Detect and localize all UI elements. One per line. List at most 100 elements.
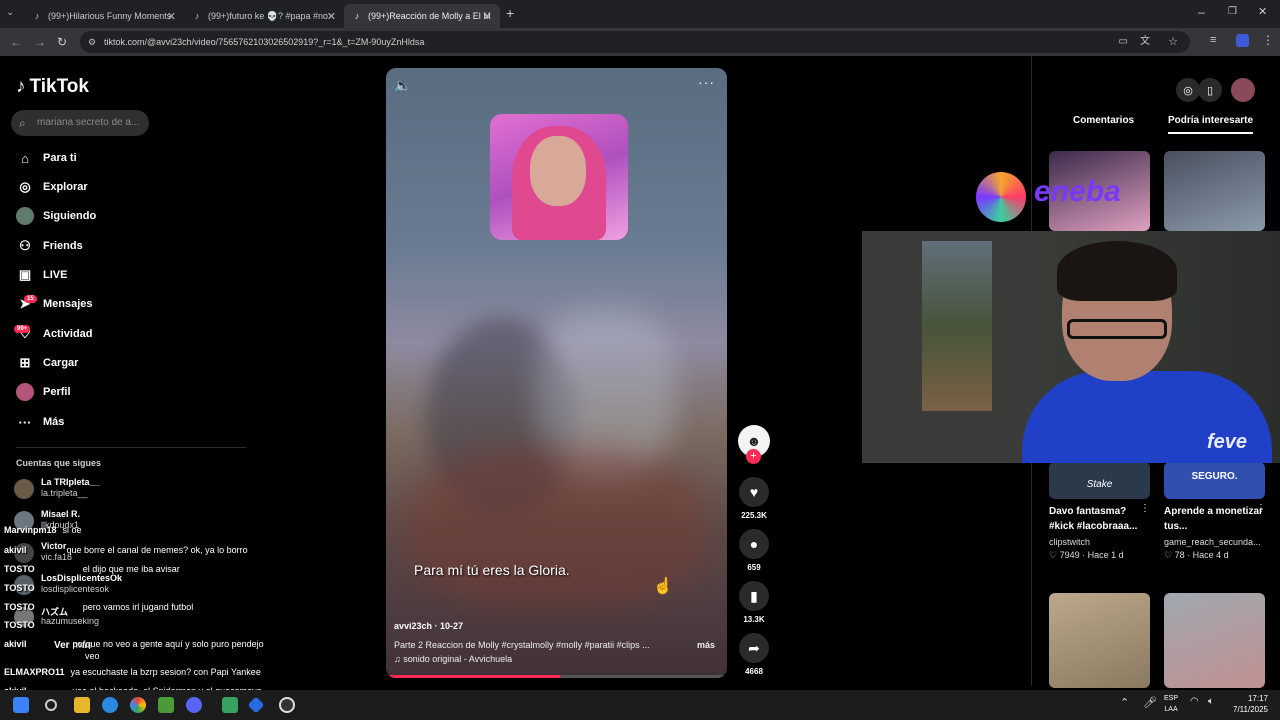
video-progress-bar[interactable]	[386, 675, 727, 678]
streamer-cam-thumbnail	[490, 114, 628, 240]
translate-icon[interactable]: 文	[1140, 31, 1150, 53]
like-button[interactable]: ♥ 225.3K	[738, 477, 770, 520]
extension-icon[interactable]	[1236, 34, 1249, 47]
chrome-icon[interactable]	[130, 697, 146, 713]
save-count: 13.3K	[743, 615, 765, 624]
avatar	[14, 479, 34, 499]
account-name: La TRIpleta__	[41, 477, 100, 487]
nav-perfil[interactable]: Perfil	[16, 382, 71, 402]
edge-icon[interactable]	[102, 697, 118, 713]
forward-icon[interactable]: →	[34, 35, 46, 49]
streamer-webcam: feve	[862, 231, 1280, 463]
card-title[interactable]: Aprende a monetizar tus...	[1164, 504, 1269, 534]
chat-text: pero vamos irl jugand futbol	[82, 602, 194, 612]
video-author[interactable]: avvi23ch · 10-27	[394, 621, 463, 631]
browser-tab-3[interactable]: ♪ (99+)Reacción de Molly a El M ✕	[344, 4, 500, 28]
browser-tab-2[interactable]: ♪ (99+)futuro ke 💀? #papa #no ✕	[184, 4, 344, 28]
card-menu-icon[interactable]: ⋮	[1256, 503, 1266, 514]
nav-label: Siguiendo	[43, 210, 97, 222]
discord-icon[interactable]	[186, 697, 202, 713]
chat-text: el dijo que me iba avisar	[82, 564, 180, 574]
chat-message: TOSTO	[4, 583, 41, 593]
tab-title: (99+)Reacción de Molly a El M	[368, 11, 491, 21]
minimize-icon[interactable]: –	[1198, 5, 1205, 19]
card-user[interactable]: game_reach_secunda...	[1164, 537, 1261, 547]
browser-menu-icon[interactable]: ⋮	[1262, 33, 1274, 47]
tray-arrow-icon[interactable]: ⌃	[1120, 696, 1129, 709]
card-stat: ♡ 7949 · Hace 1 d	[1049, 550, 1124, 560]
nav-cargar[interactable]: ⊞ Cargar	[16, 353, 79, 373]
suggested-video-thumbnail[interactable]	[1164, 151, 1265, 231]
minecraft-icon[interactable]	[158, 697, 174, 713]
site-info-icon[interactable]: ⚙	[88, 31, 96, 53]
save-button[interactable]: ▮ 13.3K	[738, 581, 770, 624]
video-player[interactable]: 🔈 ··· Para mí tú eres la Gloria. avvi23c…	[386, 68, 727, 678]
suggested-video-thumbnail[interactable]: SEGURO.	[1164, 462, 1265, 499]
suggested-video-thumbnail[interactable]	[1049, 593, 1150, 688]
file-explorer-icon[interactable]	[74, 697, 90, 713]
card-user[interactable]: clipstwitch	[1049, 537, 1090, 547]
suggested-video-thumbnail[interactable]	[1164, 593, 1265, 688]
device-icon[interactable]: ▯	[1198, 78, 1222, 102]
taskbar-clock[interactable]: 17:17 7/11/2025	[1228, 693, 1268, 715]
nav-label: Actividad	[43, 328, 93, 340]
mic-icon[interactable]: 🎤︎	[1143, 696, 1157, 709]
tab-podria-interesarte[interactable]: Podría interesarte	[1168, 115, 1254, 134]
nav-explorar[interactable]: ◎ Explorar	[16, 177, 87, 197]
more-options-icon[interactable]: ···	[698, 74, 715, 90]
compass-icon[interactable]: ◎	[1176, 78, 1200, 102]
nav-live[interactable]: ▣ LIVE	[16, 265, 68, 285]
sidebar-divider	[16, 447, 246, 448]
cast-icon[interactable]: ▭	[1119, 31, 1128, 53]
more-button[interactable]: más	[697, 640, 715, 650]
reading-list-icon[interactable]: ≡	[1210, 34, 1216, 46]
reload-icon[interactable]: ↻	[57, 35, 67, 49]
nav-siguiendo[interactable]: Siguiendo	[16, 206, 96, 226]
chat-user: TOSTO	[4, 583, 35, 593]
close-tab-icon[interactable]: ✕	[483, 10, 492, 23]
close-window-icon[interactable]: ✕	[1258, 5, 1267, 18]
search-input[interactable]: ⌕ mariana secreto de a...	[11, 110, 149, 136]
tiktok-logo[interactable]: ♪ TikTok	[16, 76, 89, 98]
wifi-icon[interactable]: ◠	[1190, 696, 1199, 707]
language-indicator[interactable]: ESP LAA	[1164, 693, 1178, 715]
nav-friends[interactable]: ⚇ Friends	[16, 236, 83, 256]
comment-button[interactable]: ● 659	[738, 529, 770, 572]
app-icon[interactable]	[222, 697, 238, 713]
chat-message: ELMAXPRO11 ya escuchaste la bzrp sesion? …	[4, 667, 261, 677]
close-tab-icon[interactable]: ✕	[327, 10, 336, 23]
card-menu-icon[interactable]: ⋮	[1140, 503, 1150, 514]
share-button[interactable]: ➦ 4668	[738, 633, 770, 676]
account-user: la.tripleta__	[41, 488, 88, 498]
suggested-video-thumbnail[interactable]: Stake	[1049, 462, 1150, 499]
chat-message: TOSTO pero vamos irl jugand futbol	[4, 602, 193, 612]
webcam-poster	[922, 241, 992, 411]
restore-icon[interactable]: ❐	[1228, 6, 1237, 17]
volume-icon[interactable]: 🔈	[394, 77, 411, 94]
volume-icon[interactable]: 🔈︎	[1208, 696, 1214, 707]
activity-badge: 99+	[14, 325, 31, 333]
card-title[interactable]: Davo fantasma? #kick #lacobraaa...	[1049, 504, 1154, 534]
nav-mas[interactable]: ··· Más	[16, 412, 65, 432]
shirt-text: feve	[1207, 431, 1248, 453]
video-sound[interactable]: ♫ sonido original - Avvichuela	[394, 654, 512, 664]
url-field[interactable]: ⚙ tiktok.com/@avvi23ch/video/75657621030…	[80, 31, 1190, 53]
more-icon: ···	[18, 414, 32, 430]
chat-user: TOSTO	[4, 602, 35, 612]
nav-para-ti[interactable]: ⌂ Para ti	[16, 148, 77, 168]
progress-fill	[386, 675, 560, 678]
search-icon[interactable]	[45, 699, 57, 711]
follow-plus-icon[interactable]: +	[746, 449, 761, 464]
back-icon[interactable]: ←	[10, 35, 22, 49]
browser-tab-1[interactable]: ♪ (99+)Hilarious Funny Moments ✕	[24, 4, 184, 28]
comment-count: 659	[747, 563, 761, 572]
bookmark-star-icon[interactable]: ☆	[1168, 31, 1178, 53]
user-avatar[interactable]	[1231, 78, 1255, 102]
new-tab-icon[interactable]: +	[506, 5, 514, 21]
close-tab-icon[interactable]: ✕	[167, 10, 176, 23]
windows-start-icon[interactable]	[13, 697, 29, 713]
tab-comentarios[interactable]: Comentarios	[1073, 115, 1134, 126]
obs-icon[interactable]	[279, 697, 295, 713]
tiktok-note-icon: ♪	[16, 76, 26, 97]
tab-search-icon[interactable]: ⌄	[6, 7, 14, 18]
